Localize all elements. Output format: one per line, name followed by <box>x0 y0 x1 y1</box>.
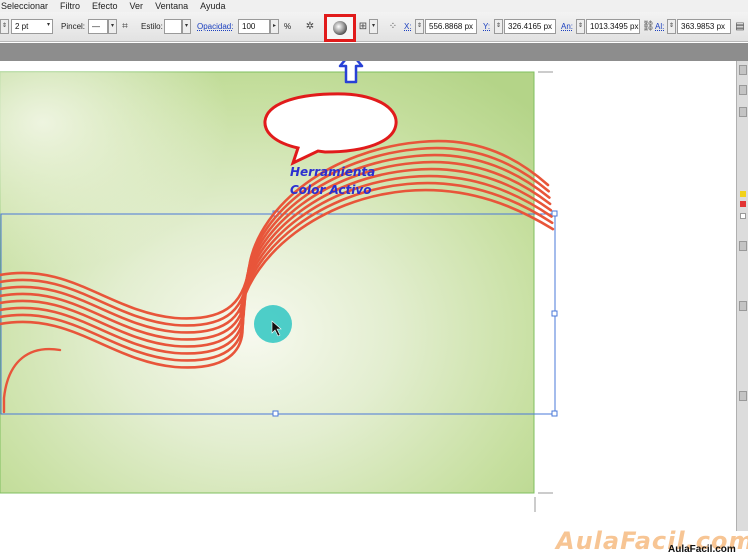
swatch-white[interactable] <box>740 213 746 219</box>
opacity-dropdown-icon[interactable]: ▸ <box>270 19 279 34</box>
selection-handle[interactable] <box>551 410 558 417</box>
panel-tab[interactable] <box>739 65 747 75</box>
x-field[interactable]: 556.8868 px <box>425 19 477 34</box>
panel-tab[interactable] <box>739 391 747 401</box>
active-color-tool-icon <box>333 21 347 35</box>
brush-selector[interactable]: — <box>88 19 108 34</box>
selection-handle[interactable] <box>272 410 279 417</box>
brush-options-icon[interactable]: ⌗ <box>119 19 131 34</box>
right-panel-strip <box>736 61 748 531</box>
pincel-label: Pincel: <box>61 22 86 31</box>
selection-handle[interactable] <box>551 310 558 317</box>
x-stepper[interactable]: ⇕ <box>415 19 424 34</box>
watermark-small: AulaFacil.com <box>668 544 736 555</box>
estilo-label: Estilo: <box>141 22 163 31</box>
width-label: An: <box>561 22 574 31</box>
artboard-glow <box>0 72 534 493</box>
callout-line-1: Herramienta <box>290 165 376 179</box>
x-label: X: <box>404 22 412 31</box>
callout-line-2: Color Activo <box>290 183 372 197</box>
menu-efecto[interactable]: Efecto <box>86 0 124 12</box>
width-stepper[interactable]: ⇕ <box>576 19 585 34</box>
y-field[interactable]: 326.4165 px <box>504 19 556 34</box>
y-label: Y: <box>483 22 491 31</box>
swatch-red[interactable] <box>740 201 746 207</box>
height-stepper[interactable]: ⇕ <box>667 19 676 34</box>
canvas[interactable]: Herramienta Color Activo <box>0 61 736 558</box>
menu-ver[interactable]: Ver <box>124 0 150 12</box>
percent-sign: % <box>284 22 292 31</box>
menu-ventana[interactable]: Ventana <box>149 0 194 12</box>
recolor-artwork-icon[interactable]: ✲ <box>300 19 320 34</box>
panel-tab[interactable] <box>739 85 747 95</box>
menu-seleccionar[interactable]: Seleccionar <box>0 0 54 12</box>
active-color-tool-button[interactable] <box>324 14 356 42</box>
menu-filtro[interactable]: Filtro <box>54 0 86 12</box>
panel-tab[interactable] <box>739 107 747 117</box>
y-stepper[interactable]: ⇕ <box>494 19 503 34</box>
width-field[interactable]: 1013.3495 px <box>586 19 640 34</box>
transform-options-icon[interactable]: ▤ <box>734 19 746 34</box>
menu-bar: Seleccionar Filtro Efecto Ver Ventana Ay… <box>0 0 748 12</box>
menu-ayuda[interactable]: Ayuda <box>194 0 231 12</box>
control-bar: ⇕ 2 pt ▾ Pincel: — ▾ ⌗ Estilo: ▾ Opacida… <box>0 12 748 42</box>
style-selector[interactable] <box>164 19 182 34</box>
document-tab-strip <box>0 43 748 61</box>
opacity-field[interactable]: 100 <box>238 19 270 34</box>
swatch-yellow[interactable] <box>740 191 746 197</box>
align-icon[interactable]: ⊞ <box>357 19 369 34</box>
style-dropdown-icon[interactable]: ▾ <box>182 19 191 34</box>
link-icon[interactable]: ⛓ <box>642 19 655 34</box>
artwork <box>0 61 558 512</box>
panel-tab[interactable] <box>739 301 747 311</box>
stroke-weight-stepper[interactable]: ⇕ <box>0 19 9 34</box>
height-field[interactable]: 363.9853 px <box>677 19 731 34</box>
stroke-weight-dropdown-icon[interactable]: ▾ <box>44 19 53 34</box>
reference-point-icon[interactable]: ⁘ <box>385 19 401 34</box>
opacidad-label[interactable]: Opacidad: <box>197 19 233 34</box>
panel-tab[interactable] <box>739 241 747 251</box>
brush-dropdown-icon[interactable]: ▾ <box>108 19 117 34</box>
height-label: Al: <box>655 22 665 31</box>
align-dropdown-icon[interactable]: ▾ <box>369 19 378 34</box>
selection-handle[interactable] <box>551 210 558 217</box>
callout-text: Herramienta Color Activo <box>290 163 400 199</box>
